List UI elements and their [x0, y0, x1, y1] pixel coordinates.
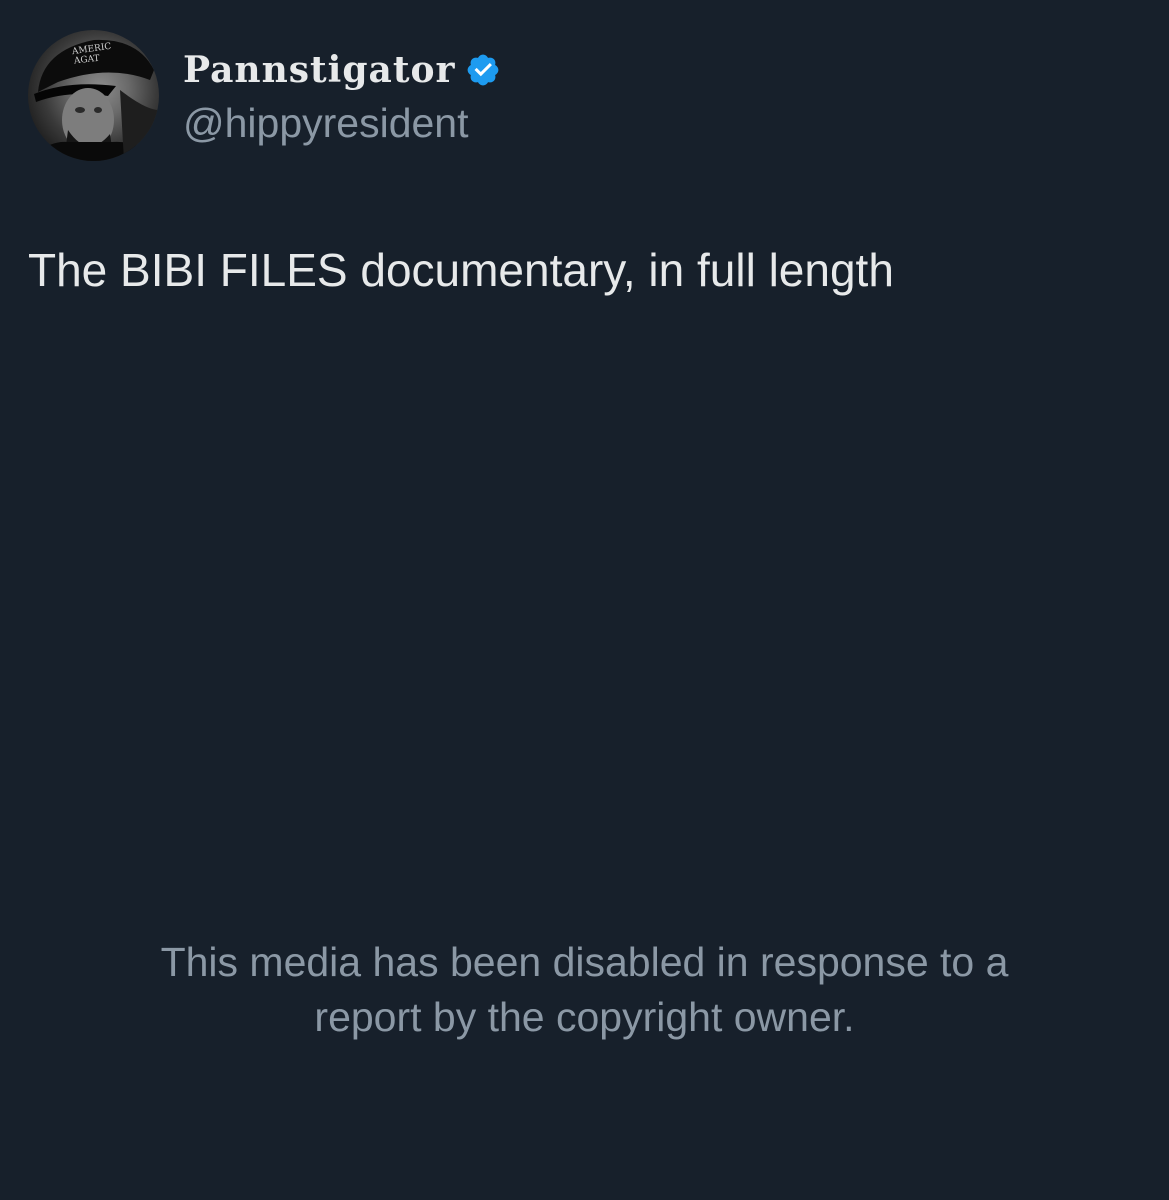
tweet-text: The BIBI FILES documentary, in full leng…	[28, 244, 894, 296]
author-display-name[interactable]: Pannstigator	[183, 44, 455, 96]
display-name-row: Pannstigator	[183, 44, 501, 96]
verified-badge-icon[interactable]	[465, 52, 501, 88]
profile-photo-icon: AMERIC AGAT	[28, 39, 159, 161]
author-info: Pannstigator @hippyresident	[183, 44, 501, 148]
media-notice-line-2: report by the copyright owner.	[314, 994, 855, 1040]
media-disabled-notice: This media has been disabled in response…	[0, 935, 1169, 1045]
media-notice-line-1: This media has been disabled in response…	[160, 939, 1009, 985]
tweet: AMERIC AGAT Pannstigator @hippyresident …	[0, 0, 1169, 1200]
author-handle[interactable]: @hippyresident	[183, 98, 501, 148]
author-avatar[interactable]: AMERIC AGAT	[28, 30, 159, 161]
